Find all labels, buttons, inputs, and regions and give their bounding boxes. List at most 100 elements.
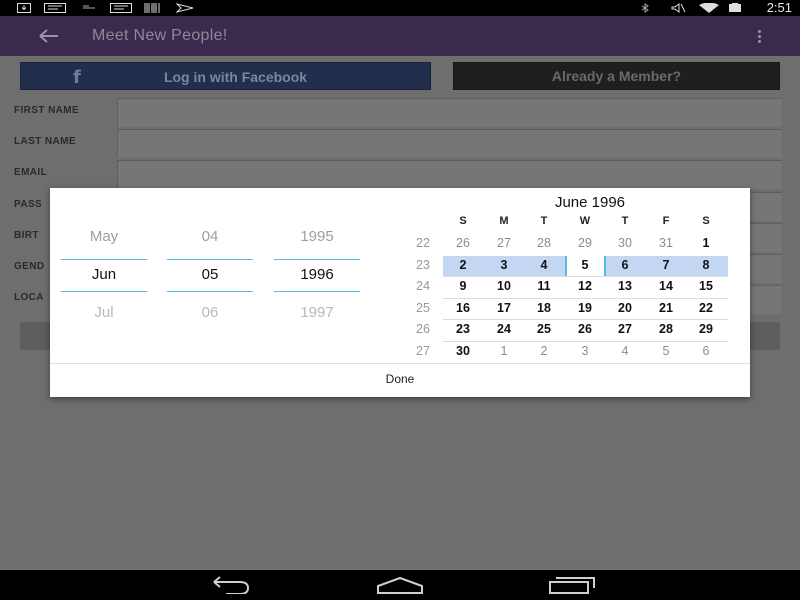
calendar-day[interactable]: 2 (443, 258, 483, 272)
calendar-day[interactable]: 13 (605, 279, 645, 293)
back-icon[interactable] (206, 576, 252, 594)
day-of-week-label: S (459, 215, 467, 227)
week-number: 24 (416, 279, 430, 293)
back-arrow-icon[interactable] (36, 24, 62, 48)
calendar-day-outside-month[interactable]: 4 (605, 344, 645, 358)
calendar-day[interactable]: 16 (443, 301, 483, 315)
already-member-button[interactable]: Already a Member? (453, 62, 780, 90)
message-icon (44, 3, 66, 13)
calendar-day-outside-month[interactable]: 30 (605, 236, 645, 250)
calendar-day[interactable]: 30 (443, 344, 483, 358)
calendar-day[interactable]: 21 (646, 301, 686, 315)
year-prev[interactable]: 1995 (274, 228, 360, 245)
day-spinner[interactable]: 04 05 06 (167, 188, 253, 348)
last-name-row: LAST NAME (0, 128, 800, 159)
day-of-week-label: F (662, 215, 670, 227)
overflow-menu-icon[interactable] (752, 24, 768, 48)
download-icon (17, 3, 31, 13)
calendar-day[interactable]: 11 (524, 279, 564, 293)
year-spinner[interactable]: 1995 1996 1997 (274, 188, 360, 348)
facebook-login-label: Log in with Facebook (163, 69, 308, 85)
year-next[interactable]: 1997 (274, 304, 360, 321)
calendar-day[interactable]: 15 (686, 279, 726, 293)
calendar-day[interactable]: 9 (443, 279, 483, 293)
week-number: 27 (416, 344, 430, 358)
day-of-week-label: S (702, 215, 710, 227)
page-title: Meet New People! (92, 27, 228, 44)
divider (167, 291, 253, 292)
done-button[interactable]: Done (50, 364, 750, 397)
email-field[interactable] (117, 160, 782, 189)
birthday-label: BIRT (14, 230, 39, 241)
calendar-day-outside-month[interactable]: 2 (524, 344, 564, 358)
calendar-day[interactable]: 23 (443, 322, 483, 336)
last-name-label: LAST NAME (14, 136, 76, 147)
day-next[interactable]: 06 (167, 304, 253, 321)
calendar-day[interactable]: 10 (484, 279, 524, 293)
calendar-day[interactable]: 6 (605, 258, 645, 272)
month-current[interactable]: Jun (61, 266, 147, 283)
week-number: 22 (416, 236, 430, 250)
calendar-day[interactable]: 8 (686, 258, 726, 272)
week-number: 23 (416, 258, 430, 272)
calendar-day-outside-month[interactable]: 5 (646, 344, 686, 358)
calendar-day[interactable]: 4 (524, 258, 564, 272)
month-spinner[interactable]: May Jun Jul (61, 188, 147, 348)
calendar-day-outside-month[interactable]: 27 (484, 236, 524, 250)
divider (443, 341, 728, 342)
calendar-day[interactable]: 20 (605, 301, 645, 315)
calendar-day[interactable]: 14 (646, 279, 686, 293)
first-name-label: FIRST NAME (14, 105, 80, 116)
year-current[interactable]: 1996 (274, 266, 360, 283)
day-current[interactable]: 05 (167, 266, 253, 283)
calendar-day-outside-month[interactable]: 6 (686, 344, 726, 358)
month-next[interactable]: Jul (61, 304, 147, 321)
day-prev[interactable]: 04 (167, 228, 253, 245)
calendar-day[interactable]: 26 (565, 322, 605, 336)
calendar-day[interactable]: 3 (484, 258, 524, 272)
calendar-day[interactable]: 1 (686, 236, 726, 250)
last-name-field[interactable] (117, 129, 782, 158)
month-prev[interactable]: May (61, 228, 147, 245)
calendar-day[interactable]: 7 (646, 258, 686, 272)
calendar-day[interactable]: 19 (565, 301, 605, 315)
flight-icon (176, 3, 194, 13)
calendar-day-outside-month[interactable]: 3 (565, 344, 605, 358)
calendar-day-outside-month[interactable]: 29 (565, 236, 605, 250)
status-bar: 2:51 (0, 0, 800, 16)
calendar-day[interactable]: 5 (565, 258, 605, 272)
calendar-day-outside-month[interactable]: 28 (524, 236, 564, 250)
gender-label: GEND (14, 261, 45, 272)
calendar-day[interactable]: 22 (686, 301, 726, 315)
calendar-day-outside-month[interactable]: 31 (646, 236, 686, 250)
divider (443, 319, 728, 320)
home-icon[interactable] (376, 576, 424, 594)
barcode-icon (144, 3, 160, 13)
facebook-login-button[interactable]: f Log in with Facebook (20, 62, 431, 90)
app-bar: Meet New People! (0, 16, 800, 56)
divider (61, 291, 147, 292)
password-label: PASS (14, 199, 43, 210)
date-picker-dialog: May Jun Jul 04 05 06 1995 1996 1997 June… (50, 188, 750, 397)
day-of-week-label: T (621, 215, 629, 227)
first-name-field[interactable] (117, 98, 782, 127)
wifi-icon (699, 3, 719, 13)
day-of-week-label: T (540, 215, 548, 227)
calendar-day[interactable]: 17 (484, 301, 524, 315)
calendar-day-outside-month[interactable]: 1 (484, 344, 524, 358)
divider (443, 298, 728, 299)
calendar-day[interactable]: 18 (524, 301, 564, 315)
recent-apps-icon[interactable] (548, 576, 596, 594)
calendar-day[interactable]: 25 (524, 322, 564, 336)
week-number: 26 (416, 322, 430, 336)
calendar-day[interactable]: 27 (605, 322, 645, 336)
battery-icon (729, 3, 741, 12)
calendar-day[interactable]: 12 (565, 279, 605, 293)
first-name-row: FIRST NAME (0, 97, 800, 128)
calendar-day[interactable]: 24 (484, 322, 524, 336)
navigation-bar (0, 570, 800, 600)
calendar-day[interactable]: 29 (686, 322, 726, 336)
calendar-day[interactable]: 28 (646, 322, 686, 336)
calendar-day-outside-month[interactable]: 26 (443, 236, 483, 250)
voicemail-icon (83, 5, 95, 9)
